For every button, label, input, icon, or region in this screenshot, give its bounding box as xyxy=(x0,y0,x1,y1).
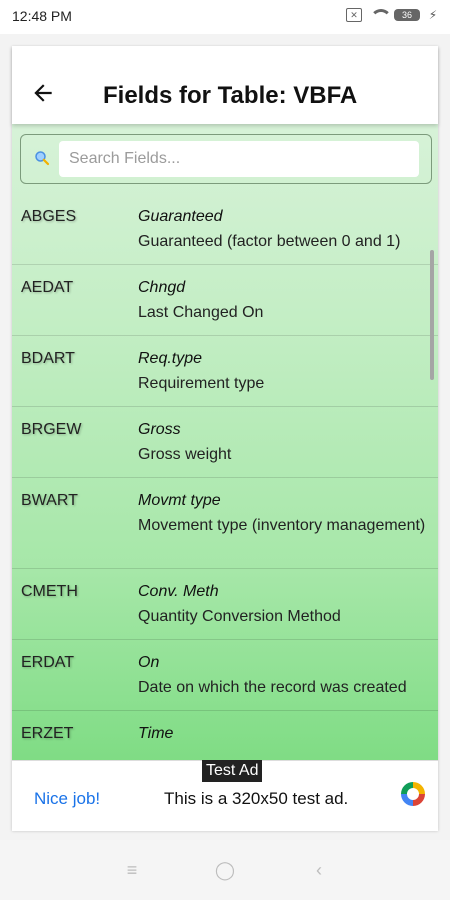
field-code: ERDAT xyxy=(21,654,75,671)
field-code: ERZET xyxy=(21,725,74,742)
field-short-label: On xyxy=(138,654,160,671)
field-description: Movement type (inventory management) xyxy=(138,517,426,534)
search-box xyxy=(20,134,432,184)
field-description: Gross weight xyxy=(138,446,232,463)
field-row-erzet[interactable]: ERZET Time xyxy=(12,711,438,762)
field-short-label: Time xyxy=(138,725,174,742)
field-description: Guaranteed (factor between 0 and 1) xyxy=(138,233,401,250)
field-row-cmeth[interactable]: CMETH Conv. Meth Quantity Conversion Met… xyxy=(12,569,438,640)
field-code: BRGEW xyxy=(21,421,82,438)
field-short-label: Guaranteed xyxy=(138,208,223,225)
field-code: BWART xyxy=(21,492,78,509)
fields-content: ABGES Guaranteed Guaranteed (factor betw… xyxy=(12,124,438,762)
back-arrow-icon[interactable] xyxy=(30,80,58,108)
field-row-brgew[interactable]: BRGEW Gross Gross weight xyxy=(12,407,438,478)
field-short-label: Movmt type xyxy=(138,492,221,509)
field-row-bdart[interactable]: BDART Req.type Requirement type xyxy=(12,336,438,407)
field-short-label: Gross xyxy=(138,421,181,438)
page-title: Fields for Table: VBFA xyxy=(103,82,358,109)
field-description: Requirement type xyxy=(138,375,265,392)
field-short-label: Chngd xyxy=(138,279,186,296)
ad-label: Test Ad xyxy=(202,760,263,782)
field-description: Date on which the record was created xyxy=(138,679,407,696)
field-short-label: Conv. Meth xyxy=(138,583,219,600)
field-short-label: Req.type xyxy=(138,350,203,367)
wifi-icon xyxy=(370,9,392,21)
charging-icon: ⚡ xyxy=(428,8,438,22)
ad-cta-link[interactable]: Nice job! xyxy=(34,789,100,809)
field-row-bwart[interactable]: BWART Movmt type Movement type (inventor… xyxy=(12,478,438,569)
search-icon xyxy=(33,149,51,167)
home-icon[interactable]: ◯ xyxy=(213,860,237,884)
field-code: CMETH xyxy=(21,583,78,600)
field-description: Last Changed On xyxy=(138,304,264,321)
ad-text: This is a 320x50 test ad. xyxy=(164,789,349,808)
system-nav-bar: ≡ ◯ ‹ xyxy=(0,840,450,900)
sim-card-icon: ✕ xyxy=(346,8,362,22)
status-time: 12:48 PM xyxy=(12,8,72,24)
status-bar: 12:48 PM ✕ 36 ⚡ xyxy=(0,0,450,34)
field-row-aedat[interactable]: AEDAT Chngd Last Changed On xyxy=(12,265,438,336)
scrollbar[interactable] xyxy=(430,250,434,380)
status-icons: ✕ 36 ⚡ xyxy=(346,8,438,22)
field-code: ABGES xyxy=(21,208,77,225)
app-card: Fields for Table: VBFA ABGES Guaranteed … xyxy=(12,46,438,830)
field-row-abges[interactable]: ABGES Guaranteed Guaranteed (factor betw… xyxy=(12,194,438,265)
field-code: AEDAT xyxy=(21,279,74,296)
field-code: BDART xyxy=(21,350,75,367)
fields-list: ABGES Guaranteed Guaranteed (factor betw… xyxy=(12,194,438,762)
ad-banner[interactable]: Test Ad Nice job! This is a 320x50 test … xyxy=(12,760,438,831)
ad-logo-icon xyxy=(398,779,428,809)
app-bar: Fields for Table: VBFA xyxy=(12,46,438,124)
battery-icon: 36 xyxy=(394,9,420,21)
recent-apps-icon[interactable]: ≡ xyxy=(120,860,144,884)
field-description: Quantity Conversion Method xyxy=(138,608,341,625)
search-input[interactable] xyxy=(59,141,419,177)
field-row-erdat[interactable]: ERDAT On Date on which the record was cr… xyxy=(12,640,438,711)
system-back-icon[interactable]: ‹ xyxy=(307,860,331,884)
